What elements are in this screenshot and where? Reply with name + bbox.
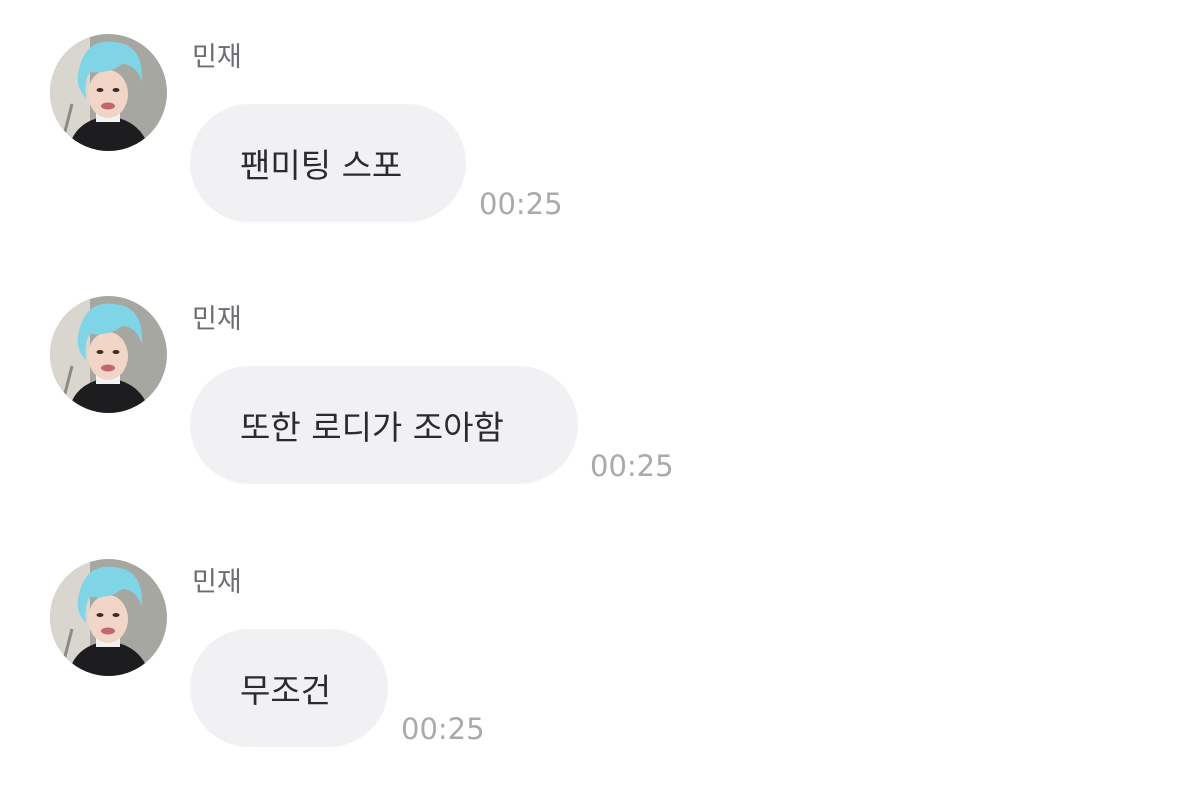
sender-name: 민재	[192, 567, 242, 598]
message-bubble[interactable]: 무조건	[190, 629, 388, 747]
message-timestamp: 00:25	[479, 187, 563, 221]
message-timestamp: 00:25	[401, 712, 485, 746]
sender-avatar[interactable]	[50, 34, 167, 151]
message-timestamp: 00:25	[590, 449, 674, 483]
sender-avatar[interactable]	[50, 296, 167, 413]
profile-photo-icon	[50, 559, 167, 676]
message-row: 민재 팬미팅 스포 00:25	[0, 34, 1200, 234]
message-bubble[interactable]: 또한 로디가 조아함	[190, 366, 578, 484]
profile-photo-icon	[50, 296, 167, 413]
sender-name: 민재	[192, 304, 242, 335]
message-row: 민재 무조건 00:25	[0, 559, 1200, 759]
profile-photo-icon	[50, 34, 167, 151]
sender-avatar[interactable]	[50, 559, 167, 676]
sender-name: 민재	[192, 42, 242, 73]
message-row: 민재 또한 로디가 조아함 00:25	[0, 296, 1200, 496]
message-bubble[interactable]: 팬미팅 스포	[190, 104, 466, 222]
